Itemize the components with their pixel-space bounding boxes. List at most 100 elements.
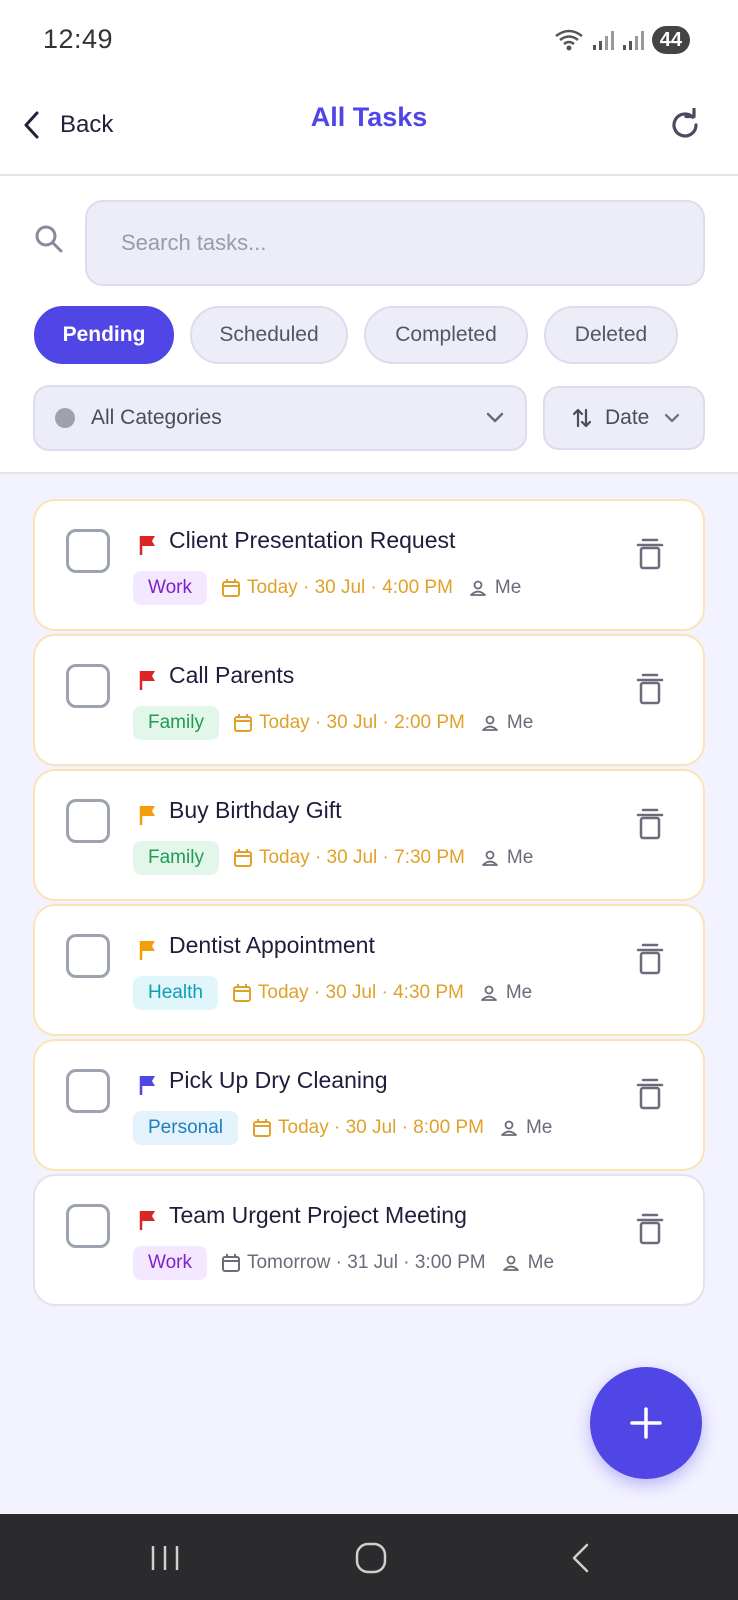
- calendar-icon: [221, 578, 241, 598]
- due-date: Today · 30 Jul · 8:00 PM: [278, 1117, 484, 1138]
- task-meta: Work Tomorrow · 31 Jul · 3:00 PM Me: [133, 1246, 554, 1280]
- sort-label: Date: [605, 406, 650, 429]
- calendar-icon: [232, 983, 252, 1003]
- person-icon: [481, 714, 499, 732]
- tab-scheduled[interactable]: Scheduled: [190, 306, 348, 364]
- status-icons: 44: [554, 26, 690, 54]
- chevron-down-icon: [486, 412, 504, 423]
- chevron-down-icon: [665, 413, 680, 423]
- category-tag: Work: [133, 1246, 207, 1280]
- person-icon: [469, 579, 487, 597]
- task-title: Pick Up Dry Cleaning: [169, 1067, 388, 1093]
- assignee: Me: [527, 1252, 555, 1273]
- person-icon: [500, 1119, 518, 1137]
- page-title: All Tasks: [310, 102, 428, 132]
- task-checkbox[interactable]: [66, 1204, 110, 1248]
- task-title: Call Parents: [169, 662, 295, 688]
- tab-deleted[interactable]: Deleted: [544, 306, 678, 364]
- task-title: Team Urgent Project Meeting: [169, 1202, 467, 1228]
- task-meta: Family Today · 30 Jul · 7:30 PM Me: [133, 841, 533, 875]
- category-color-dot: [55, 408, 75, 428]
- task-checkbox[interactable]: [66, 934, 110, 978]
- assignee: Me: [525, 1117, 553, 1138]
- category-dropdown[interactable]: All Categories: [33, 385, 527, 451]
- back-nav-icon: [572, 1543, 589, 1573]
- signal-icon: [592, 31, 614, 50]
- home-button[interactable]: [351, 1538, 391, 1578]
- category-tag: Work: [133, 571, 207, 605]
- task-card[interactable]: Pick Up Dry Cleaning Personal Today · 30…: [33, 1039, 705, 1171]
- due-date: Today · 30 Jul · 2:00 PM: [258, 712, 465, 733]
- task-list: Client Presentation Request Work Today ·…: [0, 474, 738, 1514]
- filter-panel: Pending Scheduled Completed Deleted All …: [0, 176, 738, 474]
- task-title: Buy Birthday Gift: [169, 797, 342, 823]
- due-date: Today · 30 Jul · 7:30 PM: [258, 847, 465, 868]
- trash-icon[interactable]: [635, 942, 665, 976]
- flag-icon: [139, 536, 155, 555]
- assignee: Me: [506, 847, 534, 868]
- task-meta: Personal Today · 30 Jul · 8:00 PM Me: [133, 1111, 552, 1145]
- calendar-icon: [233, 848, 253, 868]
- category-label: All Categories: [91, 406, 222, 429]
- task-card[interactable]: Team Urgent Project Meeting Work Tomorro…: [33, 1174, 705, 1306]
- assignee: Me: [505, 982, 533, 1003]
- task-meta: Family Today · 30 Jul · 2:00 PM Me: [133, 706, 533, 740]
- trash-icon[interactable]: [635, 672, 665, 706]
- status-time: 12:49: [43, 24, 114, 54]
- system-back-button[interactable]: [560, 1538, 600, 1578]
- recent-apps-button[interactable]: [145, 1538, 185, 1578]
- task-checkbox[interactable]: [66, 529, 110, 573]
- signal-icon-2: [622, 31, 644, 50]
- category-tag: Health: [133, 976, 218, 1010]
- flag-icon: [139, 1211, 155, 1230]
- person-icon: [502, 1254, 520, 1272]
- flag-icon: [139, 941, 155, 960]
- status-bar: 12:49 44: [0, 0, 738, 80]
- assignee: Me: [494, 577, 522, 598]
- recent-apps-icon: [151, 1546, 179, 1570]
- tab-completed[interactable]: Completed: [364, 306, 528, 364]
- flag-icon: [139, 671, 155, 690]
- refresh-icon: [672, 108, 698, 138]
- task-card[interactable]: Call Parents Family Today · 30 Jul · 2:0…: [33, 634, 705, 766]
- due-date: Tomorrow · 31 Jul · 3:00 PM: [246, 1252, 486, 1273]
- task-card[interactable]: Buy Birthday Gift Family Today · 30 Jul …: [33, 769, 705, 901]
- task-meta: Health Today · 30 Jul · 4:30 PM Me: [133, 976, 532, 1010]
- system-nav-bar: [0, 1514, 738, 1600]
- task-card[interactable]: Client Presentation Request Work Today ·…: [33, 499, 705, 631]
- calendar-icon: [221, 1253, 241, 1273]
- due-date: Today · 30 Jul · 4:00 PM: [246, 577, 453, 598]
- wifi-icon: [554, 29, 583, 51]
- category-tag: Family: [133, 706, 219, 740]
- sort-dropdown[interactable]: Date: [543, 386, 705, 450]
- trash-icon[interactable]: [635, 1077, 665, 1111]
- task-title: Dentist Appointment: [169, 932, 375, 958]
- sort-icon: [573, 408, 591, 428]
- refresh-button[interactable]: [660, 100, 710, 150]
- due-date: Today · 30 Jul · 4:30 PM: [257, 982, 464, 1003]
- add-task-button[interactable]: [590, 1367, 702, 1479]
- category-tag: Family: [133, 841, 219, 875]
- status-tabs: Pending Scheduled Completed Deleted: [34, 306, 678, 364]
- trash-icon[interactable]: [635, 1212, 665, 1246]
- task-card[interactable]: Dentist Appointment Health Today · 30 Ju…: [33, 904, 705, 1036]
- app-header: Back All Tasks: [0, 80, 738, 176]
- search-icon: [35, 225, 63, 253]
- person-icon: [480, 984, 498, 1002]
- task-checkbox[interactable]: [66, 1069, 110, 1113]
- task-checkbox[interactable]: [66, 664, 110, 708]
- trash-icon[interactable]: [635, 537, 665, 571]
- plus-icon: [630, 1407, 662, 1439]
- calendar-icon: [233, 713, 253, 733]
- battery-indicator: 44: [651, 26, 690, 54]
- flag-icon: [139, 806, 155, 825]
- trash-icon[interactable]: [635, 807, 665, 841]
- task-checkbox[interactable]: [66, 799, 110, 843]
- tab-pending[interactable]: Pending: [34, 306, 174, 364]
- home-icon: [355, 1542, 387, 1574]
- calendar-icon: [252, 1118, 272, 1138]
- search-input[interactable]: [85, 200, 705, 286]
- task-title: Client Presentation Request: [169, 527, 456, 553]
- person-icon: [481, 849, 499, 867]
- flag-icon: [139, 1076, 155, 1095]
